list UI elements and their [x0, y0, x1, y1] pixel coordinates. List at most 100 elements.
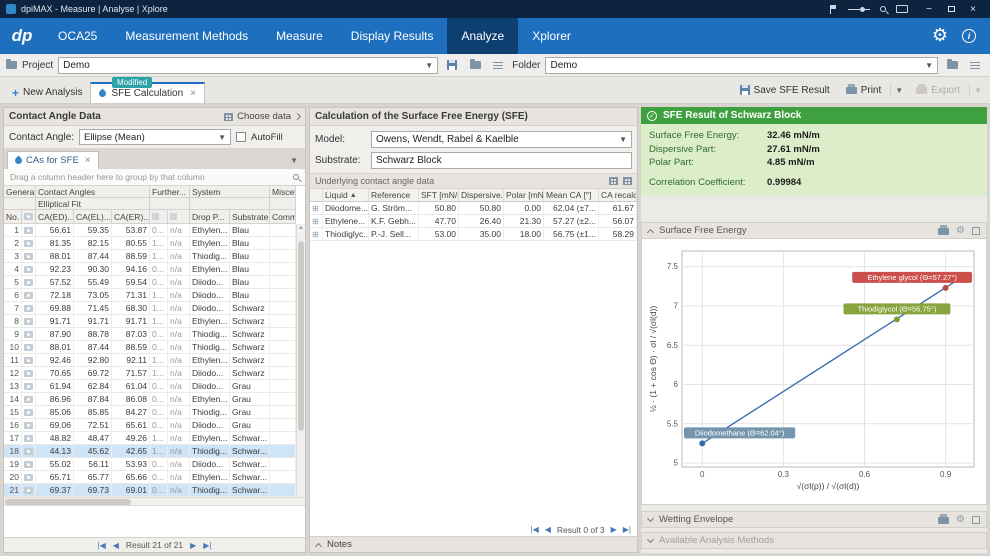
close-tab-icon[interactable]: × — [190, 88, 196, 99]
save-project-button[interactable] — [443, 56, 461, 74]
table-row[interactable]: 1669.0672.5165.610...n/aDiiodo...Grau — [4, 419, 296, 432]
menu-item-measurement-methods[interactable]: Measurement Methods — [111, 18, 262, 54]
settings-gear-icon[interactable]: ⚙ — [932, 27, 948, 45]
col-subgroup[interactable]: Elliptical Fit — [36, 198, 150, 210]
scroll-up-icon[interactable]: ▲ — [297, 224, 305, 232]
table-row[interactable]: ⊞Diiodome...G. Ström...50.8050.800.0062.… — [310, 202, 637, 215]
brightness-slider[interactable] — [848, 5, 870, 14]
table-row[interactable]: 987.9088.7887.030...n/aThiodig...Schwarz — [4, 328, 296, 341]
flag-icon[interactable] — [830, 5, 838, 14]
tab-cas-for-sfe[interactable]: CAs for SFE × — [7, 151, 99, 169]
col-header-comment[interactable]: Comm... — [270, 210, 296, 224]
vertical-scrollbar[interactable]: ▲ — [296, 224, 305, 497]
table-row[interactable]: 1844.1345.6242.651...n/aThiodig...Schwar… — [4, 445, 296, 458]
col-header-reference[interactable]: Reference — [369, 189, 419, 202]
print-options-caret[interactable]: ▼ — [890, 83, 907, 97]
col-header-mean-ca[interactable]: Mean CA [°] — [544, 189, 599, 202]
model-select[interactable]: Owens, Wendt, Rabel & Kaelble ▼ — [371, 131, 632, 148]
menu-item-measure[interactable]: Measure — [262, 18, 337, 54]
gear-icon[interactable]: ⚙ — [956, 226, 965, 236]
col-group[interactable]: System — [190, 186, 270, 198]
tab-new-analysis[interactable]: + New Analysis — [4, 82, 90, 103]
menu-item-display-results[interactable]: Display Results — [337, 18, 448, 54]
prev-page-button[interactable]: ◀ — [545, 525, 551, 534]
last-page-button[interactable]: ▶| — [203, 541, 211, 550]
table-row[interactable]: 769.8871.4568.301...n/aDiiodo...Schwarz — [4, 302, 296, 315]
prev-page-button[interactable]: ◀ — [113, 541, 119, 550]
table-row[interactable]: ⊞Thiodiglyc...P.-J. Sell...53.0035.0018.… — [310, 228, 637, 241]
printer-icon[interactable] — [938, 227, 949, 235]
info-icon[interactable]: i — [962, 29, 976, 43]
maximize-button[interactable] — [940, 0, 962, 18]
next-page-button[interactable]: ▶ — [611, 525, 617, 534]
col-header-ca-ed[interactable]: CA(ED)... — [36, 210, 74, 224]
table-row[interactable]: 1088.0187.4488.590...n/aThiodig...Schwar… — [4, 341, 296, 354]
minimize-button[interactable]: − — [918, 0, 940, 18]
close-button[interactable]: × — [962, 0, 984, 18]
surface-free-energy-section-bar[interactable]: Surface Free Energy ⚙ — [641, 222, 987, 239]
export-button[interactable]: Export — [909, 79, 967, 101]
col-header-misc2[interactable] — [168, 210, 190, 224]
table-row[interactable]: ⊞Ethylene...K.F. Gebh...47.7026.4021.305… — [310, 215, 637, 228]
card-view-icon[interactable] — [623, 177, 632, 185]
table-row[interactable]: 1270.6569.7271.571...n/aDiiodo...Schwarz — [4, 367, 296, 380]
table-row[interactable]: 557.5255.4959.540...n/aDiiodo...Blau — [4, 276, 296, 289]
table-row[interactable]: 388.0187.4488.591...n/aThiodig...Blau — [4, 250, 296, 263]
col-group[interactable]: General — [4, 186, 36, 198]
table-row[interactable]: 1486.9687.8486.080...n/aEthylen...Grau — [4, 393, 296, 406]
table-row[interactable]: 1955.0256.1153.930...n/aDiiodo...Schwar.… — [4, 458, 296, 471]
contact-angle-select[interactable]: Ellipse (Mean) ▼ — [79, 129, 231, 145]
table-row[interactable]: 1748.8248.4749.261...n/aEthylen...Schwar… — [4, 432, 296, 445]
scrollbar-thumb[interactable] — [298, 241, 304, 431]
first-page-button[interactable]: |◀ — [530, 525, 538, 534]
table-row[interactable]: 2065.7165.7765.660...n/aEthylen...Schwar… — [4, 471, 296, 484]
col-header-ca-el[interactable]: CA(EL)... — [74, 210, 112, 224]
new-project-button[interactable] — [466, 56, 484, 74]
export-options-caret[interactable]: ▼ — [969, 83, 986, 97]
table-row[interactable]: 1585.0685.8584.270...n/aThiodig...Grau — [4, 406, 296, 419]
save-sfe-result-button[interactable]: Save SFE Result — [733, 79, 837, 101]
col-header-dispersive[interactable]: Dispersive... — [459, 189, 504, 202]
folder-select[interactable]: Demo ▼ — [545, 57, 938, 74]
search-icon[interactable] — [293, 174, 299, 180]
keyboard-icon[interactable] — [896, 5, 908, 13]
table-view-icon[interactable] — [609, 177, 618, 185]
col-header-liquid[interactable]: Liquid▲ — [323, 189, 369, 202]
menu-item-oca25[interactable]: OCA25 — [44, 18, 111, 54]
table-row[interactable]: 2169.3769.7369.010...n/aThiodig...Schwar… — [4, 484, 296, 497]
col-header-drop-phase[interactable]: Drop P... — [190, 210, 230, 224]
col-group[interactable]: Further... — [150, 186, 190, 198]
col-header-image[interactable] — [22, 210, 36, 224]
printer-icon[interactable] — [938, 516, 949, 524]
folder-tree-button[interactable] — [966, 56, 984, 74]
menu-item-analyze[interactable]: Analyze — [447, 18, 518, 54]
gear-icon[interactable]: ⚙ — [956, 515, 965, 525]
wetting-envelope-section-bar[interactable]: Wetting Envelope ⚙ — [641, 511, 987, 528]
available-analysis-methods-section-bar[interactable]: Available Analysis Methods — [641, 532, 987, 549]
first-page-button[interactable]: |◀ — [98, 541, 106, 550]
close-tab-icon[interactable]: × — [85, 155, 91, 166]
choose-data-button[interactable]: Choose data — [224, 111, 300, 122]
table-row[interactable]: 281.3582.1580.551...n/aEthylen...Blau — [4, 237, 296, 250]
col-header-ca-er[interactable]: CA(ER)... — [112, 210, 150, 224]
tab-list-caret[interactable]: ▼ — [290, 156, 302, 169]
next-page-button[interactable]: ▶ — [190, 541, 196, 550]
table-row[interactable]: 1192.4692.8092.111...n/aEthylen...Schwar… — [4, 354, 296, 367]
project-tree-button[interactable] — [489, 56, 507, 74]
table-row[interactable]: 891.7191.7191.711...n/aEthylen...Schwarz — [4, 315, 296, 328]
col-group[interactable]: Contact Angles — [36, 186, 150, 198]
new-folder-button[interactable] — [943, 56, 961, 74]
scrollbar-thumb[interactable] — [5, 499, 131, 505]
fullscreen-icon[interactable] — [972, 227, 980, 235]
col-header-misc1[interactable] — [150, 210, 168, 224]
col-header-substrate[interactable]: Substrate — [230, 210, 270, 224]
col-group[interactable]: Miscell... — [270, 186, 296, 198]
table-row[interactable]: 1361.9462.8461.040...n/aDiiodo...Grau — [4, 380, 296, 393]
table-row[interactable]: 672.1873.0571.311...n/aDiiodo...Blau — [4, 289, 296, 302]
col-header-ca-recalc[interactable]: CA recalc... — [599, 189, 637, 202]
fullscreen-icon[interactable] — [972, 516, 980, 524]
col-header-no[interactable]: No. — [4, 210, 22, 224]
col-header-sft[interactable]: SFT [mN/m] — [419, 189, 459, 202]
last-page-button[interactable]: ▶| — [623, 525, 631, 534]
substrate-input[interactable]: Schwarz Block — [371, 152, 632, 169]
